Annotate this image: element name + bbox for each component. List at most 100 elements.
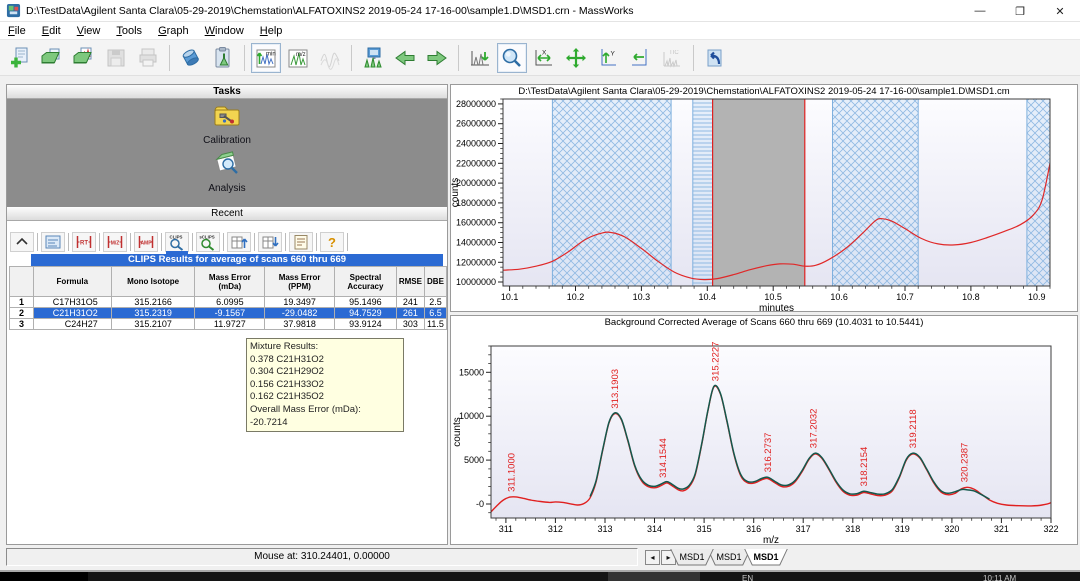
open-file-button[interactable] <box>37 43 67 73</box>
taskbar-language[interactable]: EN <box>742 574 753 581</box>
menu-tools[interactable]: Tools <box>108 24 150 38</box>
table-row[interactable]: 3C24H27315.210711.972737.981893.91243031… <box>10 319 447 330</box>
svg-text:14000000: 14000000 <box>456 238 496 248</box>
toolbar-separator <box>693 45 694 71</box>
clips-search-button[interactable]: CLIPS <box>165 232 189 252</box>
open-data-chart-button[interactable] <box>69 43 99 73</box>
expand-all-button[interactable] <box>561 43 591 73</box>
column-header[interactable]: Mass Error(PPM) <box>265 267 335 297</box>
mz-range-button[interactable]: M/Z <box>103 232 127 252</box>
menu-view[interactable]: View <box>69 24 109 38</box>
column-header[interactable]: Mono Isotope <box>111 267 195 297</box>
table-down-icon <box>260 233 280 251</box>
windows-taskbar[interactable]: EN 10:11 AM <box>0 572 1080 581</box>
results-toolbar-separator <box>99 233 100 251</box>
menu-window[interactable]: Window <box>197 24 252 38</box>
cylinder-icon <box>179 46 203 70</box>
svg-text:320.2387: 320.2387 <box>959 443 970 483</box>
tasks-header: Tasks <box>7 85 447 99</box>
clips-results-banner: CLIPS Results for average of scans 660 t… <box>31 254 443 266</box>
column-header[interactable]: DBE <box>424 267 446 297</box>
svg-text:311.1000: 311.1000 <box>506 453 517 492</box>
tab-msd1-2[interactable]: MSD1 <box>744 549 788 566</box>
taskbar-start-segment[interactable] <box>0 572 88 581</box>
help-button[interactable]: ? <box>320 232 344 252</box>
close-button[interactable]: ✕ <box>1040 0 1080 22</box>
taskbar-app-segment[interactable] <box>608 572 700 581</box>
taskbar-clock[interactable]: 10:11 AM <box>983 574 1016 581</box>
task-analysis-label[interactable]: Analysis <box>7 183 447 194</box>
calibration-cylinder-button[interactable] <box>176 43 206 73</box>
table-row[interactable]: 2C21H31O2315.2319-9.1567-29.048294.75292… <box>10 308 447 319</box>
next-scan-button[interactable] <box>422 43 452 73</box>
printer-icon <box>136 46 160 70</box>
column-header[interactable] <box>10 267 34 297</box>
tab-scroll-left-button[interactable]: ◂ <box>645 550 660 565</box>
collapse-panel-button[interactable] <box>10 232 34 252</box>
range-icon: M/Z <box>105 233 125 251</box>
help-doc-icon <box>703 46 727 70</box>
svg-text:12000000: 12000000 <box>456 257 496 267</box>
spec-icon: m/z <box>286 46 310 70</box>
column-header[interactable]: Formula <box>33 267 111 297</box>
peaks-zoom-icon <box>468 46 492 70</box>
properties-button[interactable] <box>41 232 65 252</box>
task-calibration-label[interactable]: Calibration <box>7 135 447 146</box>
amp-range-button[interactable]: AMP <box>134 232 158 252</box>
rt-range-button[interactable]: RT <box>72 232 96 252</box>
new-file-button[interactable] <box>5 43 35 73</box>
svg-text:22000000: 22000000 <box>456 158 496 168</box>
svg-text:m/z: m/z <box>296 52 306 58</box>
column-header[interactable]: Mass Error(mDa) <box>195 267 265 297</box>
shift-left-button[interactable] <box>625 43 655 73</box>
svg-text:10.6: 10.6 <box>830 292 848 302</box>
results-toolbar-separator <box>223 233 224 251</box>
clips-results-table[interactable]: FormulaMono IsotopeMass Error(mDa)Mass E… <box>9 266 447 330</box>
menu-graph[interactable]: Graph <box>150 24 197 38</box>
menu-edit[interactable]: Edit <box>34 24 69 38</box>
menu-help[interactable]: Help <box>252 24 291 38</box>
task-calibration[interactable]: Calibration <box>7 103 447 146</box>
clipboard-icon <box>211 46 235 70</box>
expand-x-button[interactable]: X <box>529 43 559 73</box>
arrow-left-icon <box>393 46 417 70</box>
report-button[interactable] <box>289 232 313 252</box>
table-row[interactable]: 1C17H31O5315.21666.099519.349795.1496241… <box>10 297 447 308</box>
svg-text:10000000: 10000000 <box>456 277 496 287</box>
svg-text:313: 313 <box>597 524 612 534</box>
svg-text:316: 316 <box>746 524 761 534</box>
table-export-button[interactable] <box>258 232 282 252</box>
svg-text:318.2154: 318.2154 <box>859 447 870 487</box>
previous-scan-button[interactable] <box>390 43 420 73</box>
chromatogram-chart[interactable]: 10.110.210.310.410.510.610.710.810.91000… <box>451 85 1079 313</box>
menu-file[interactable]: File <box>0 24 34 38</box>
svg-text:322: 322 <box>1043 524 1058 534</box>
zoom-tool-button[interactable] <box>497 43 527 73</box>
svg-text:24000000: 24000000 <box>456 139 496 149</box>
svg-text:311: 311 <box>499 524 513 534</box>
tab-msd1-1[interactable]: MSD1 <box>707 549 751 566</box>
profile-display-button[interactable] <box>358 43 388 73</box>
status-bar: Mouse at: 310.24401, 0.00000 <box>6 548 638 566</box>
svg-text:313.1903: 313.1903 <box>610 369 621 409</box>
task-analysis[interactable]: Analysis <box>7 151 447 194</box>
restore-button[interactable]: ❐ <box>1000 0 1040 22</box>
spectrum-view-button[interactable]: m/z <box>283 43 313 73</box>
sclips-search-button[interactable]: sCLIPS <box>196 232 220 252</box>
zoom-out-full-button[interactable] <box>465 43 495 73</box>
spectrum-chart[interactable]: 311312313314315316317318319320321322-050… <box>451 316 1079 546</box>
results-toolbar-separator <box>347 233 348 251</box>
minimize-button[interactable]: — <box>960 0 1000 22</box>
help-button[interactable] <box>700 43 730 73</box>
column-header[interactable]: RMSE <box>396 267 424 297</box>
chromatogram-view-button[interactable]: min <box>251 43 281 73</box>
svg-text:317: 317 <box>796 524 811 534</box>
clipboard-analysis-button[interactable] <box>208 43 238 73</box>
print-button <box>133 43 163 73</box>
range-icon: AMP <box>136 233 156 251</box>
expand-y-button[interactable]: Y <box>593 43 623 73</box>
column-header[interactable]: SpectralAccuracy <box>334 267 396 297</box>
results-toolbar: RT M/Z AMP CLIPS sCLIPS? <box>9 231 447 253</box>
table-import-button[interactable] <box>227 232 251 252</box>
tab-msd1-0[interactable]: MSD1 <box>670 549 714 566</box>
